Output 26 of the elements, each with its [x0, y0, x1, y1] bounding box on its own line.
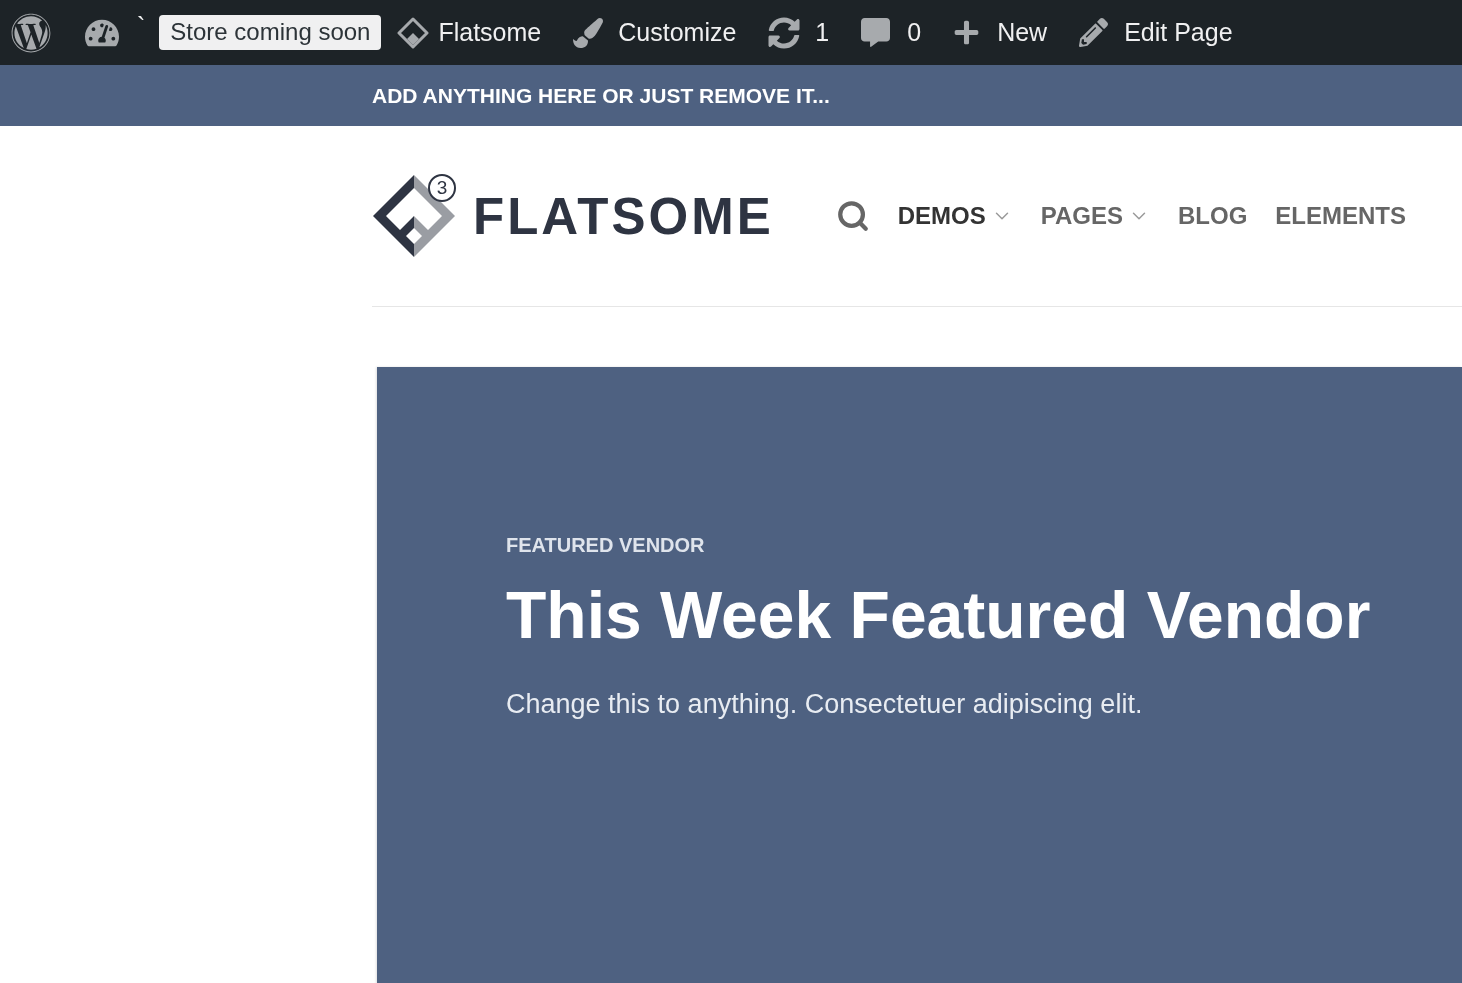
- circled-w-logo-icon[interactable]: [11, 12, 51, 53]
- new-content-link[interactable]: New: [937, 0, 1064, 65]
- nav-link[interactable]: ELEMENTS: [1275, 202, 1406, 230]
- nav-link[interactable]: PAGES: [1040, 202, 1150, 230]
- logo-number-badge: 3: [428, 174, 456, 202]
- hero-title: This Week Featured Vendor: [506, 577, 1371, 653]
- plus-icon: [953, 19, 981, 46]
- diamond-icon: [397, 16, 430, 49]
- customize-link[interactable]: Customize: [557, 0, 753, 65]
- top-bar-message: ADD ANYTHING HERE OR JUST REMOVE IT...: [372, 83, 830, 108]
- pencil-icon: [1079, 18, 1109, 47]
- edit-page-link[interactable]: Edit Page: [1063, 0, 1249, 65]
- hero-eyebrow: FEATURED VENDOR: [506, 533, 705, 557]
- search-icon[interactable]: [835, 199, 870, 233]
- site-name-link[interactable]: Flatsome: [381, 0, 558, 65]
- speech-bubble-icon: [861, 18, 891, 47]
- store-notice[interactable]: Store coming soon: [159, 15, 382, 50]
- hero-subtitle: Change this to anything. Consectetuer adipiscing elit.: [506, 688, 1143, 721]
- nav-link[interactable]: BLOG: [1177, 202, 1248, 230]
- refresh-icon: [768, 16, 801, 49]
- nav-link[interactable]: DEMOS: [897, 202, 1013, 230]
- comments-link[interactable]: 0: [845, 0, 938, 65]
- paintbrush-icon: [573, 17, 604, 48]
- site-logo-text[interactable]: FLATSOME: [473, 186, 774, 246]
- updates-link[interactable]: 1: [752, 0, 846, 65]
- backtick-label: `: [137, 14, 146, 39]
